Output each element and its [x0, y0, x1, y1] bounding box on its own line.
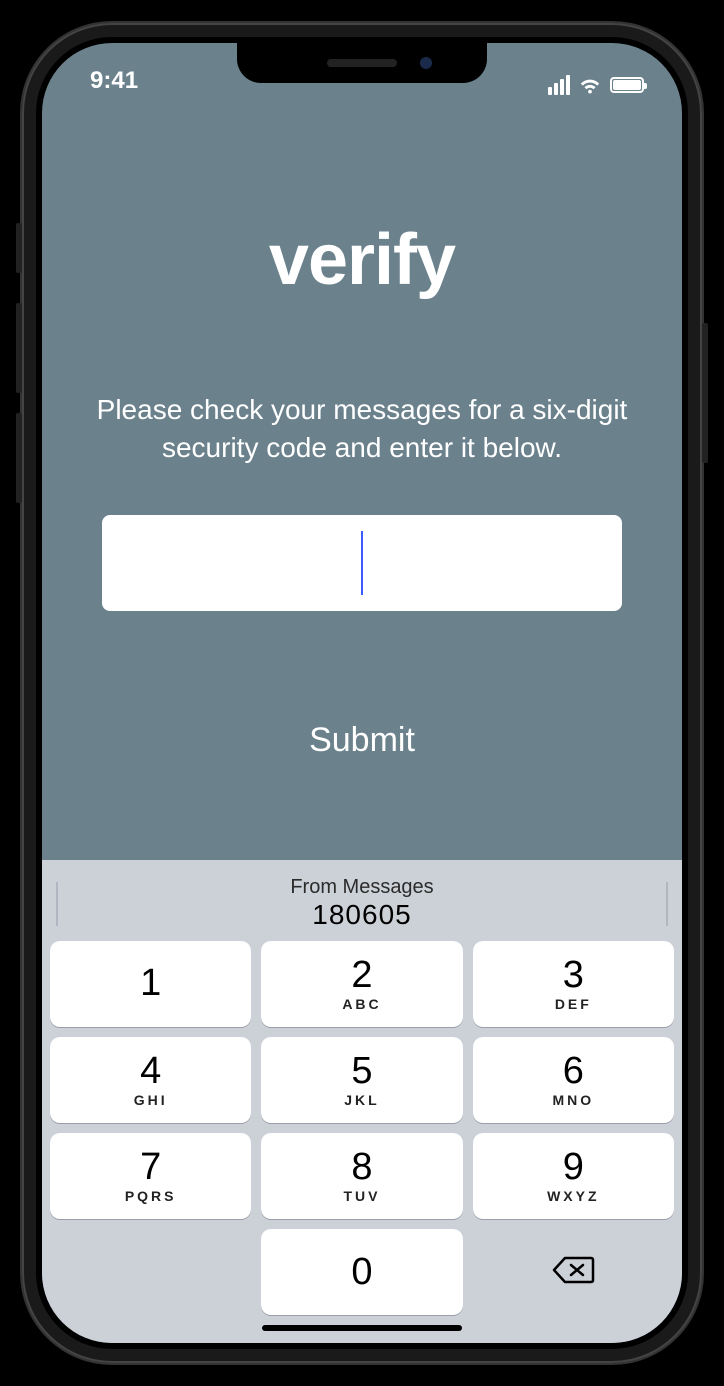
- autofill-suggestion[interactable]: From Messages 180605: [50, 870, 674, 941]
- key-letters: WXYZ: [547, 1188, 599, 1204]
- wifi-icon: [578, 75, 602, 95]
- speaker-grille: [327, 59, 397, 67]
- key-2[interactable]: 2 ABC: [261, 941, 462, 1027]
- key-7[interactable]: 7 PQRS: [50, 1133, 251, 1219]
- screen: 9:41 verify Please check your messages: [42, 43, 682, 1343]
- key-letters: GHI: [134, 1092, 168, 1108]
- battery-icon: [610, 77, 644, 93]
- submit-button[interactable]: Submit: [309, 721, 415, 760]
- key-digit: 2: [351, 956, 372, 994]
- key-9[interactable]: 9 WXYZ: [473, 1133, 674, 1219]
- instruction-text: Please check your messages for a six-dig…: [66, 391, 658, 467]
- key-digit: 9: [563, 1148, 584, 1186]
- key-digit: 7: [140, 1148, 161, 1186]
- key-6[interactable]: 6 MNO: [473, 1037, 674, 1123]
- key-digit: 0: [351, 1253, 372, 1291]
- key-letters: PQRS: [125, 1188, 177, 1204]
- key-digit: 8: [351, 1148, 372, 1186]
- autofill-code: 180605: [50, 899, 674, 931]
- numeric-keyboard: From Messages 180605 1 2 ABC 3 DEF: [42, 860, 682, 1343]
- key-letters: ABC: [342, 996, 381, 1012]
- volume-up-button: [16, 303, 22, 393]
- key-1[interactable]: 1: [50, 941, 251, 1027]
- code-input[interactable]: [102, 515, 622, 611]
- status-time: 9:41: [76, 67, 138, 95]
- key-digit: 1: [140, 964, 161, 1002]
- page-title: verify: [269, 219, 455, 301]
- mute-switch: [16, 223, 22, 273]
- key-0[interactable]: 0: [261, 1229, 462, 1315]
- front-camera: [420, 57, 432, 69]
- key-digit: 6: [563, 1052, 584, 1090]
- key-letters: MNO: [552, 1092, 594, 1108]
- power-button: [702, 323, 708, 463]
- key-5[interactable]: 5 JKL: [261, 1037, 462, 1123]
- verify-content: verify Please check your messages for a …: [42, 99, 682, 860]
- key-letters: JKL: [344, 1092, 379, 1108]
- key-4[interactable]: 4 GHI: [50, 1037, 251, 1123]
- autofill-source-label: From Messages: [50, 876, 674, 899]
- key-digit: 4: [140, 1052, 161, 1090]
- key-letters: TUV: [343, 1188, 380, 1204]
- text-cursor: [361, 531, 363, 595]
- volume-down-button: [16, 413, 22, 503]
- key-blank: [50, 1229, 251, 1315]
- key-8[interactable]: 8 TUV: [261, 1133, 462, 1219]
- key-delete[interactable]: [473, 1229, 674, 1315]
- home-indicator[interactable]: [262, 1325, 462, 1331]
- key-3[interactable]: 3 DEF: [473, 941, 674, 1027]
- phone-frame: 9:41 verify Please check your messages: [22, 23, 702, 1363]
- key-digit: 5: [351, 1052, 372, 1090]
- key-digit: 3: [563, 956, 584, 994]
- backspace-icon: [551, 1254, 595, 1291]
- key-letters: DEF: [555, 996, 592, 1012]
- notch: [237, 43, 487, 83]
- cellular-signal-icon: [548, 75, 570, 95]
